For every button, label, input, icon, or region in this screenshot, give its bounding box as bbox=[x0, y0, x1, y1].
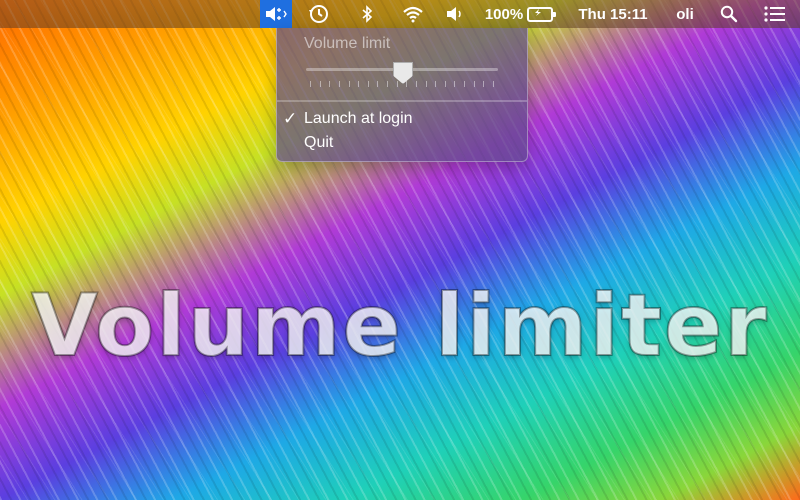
bluetooth-icon bbox=[362, 5, 373, 23]
volume-limit-label: Volume limit bbox=[304, 35, 391, 52]
checkmark-icon: ✓ bbox=[283, 109, 298, 128]
menu-separator bbox=[277, 100, 527, 102]
spotlight-button[interactable] bbox=[708, 0, 750, 28]
wifi-icon bbox=[403, 6, 423, 23]
notification-center-icon bbox=[764, 6, 785, 22]
volume-menu[interactable] bbox=[436, 0, 474, 28]
wifi-menu[interactable] bbox=[390, 0, 436, 28]
volume-limiter-menubar-icon[interactable] bbox=[260, 0, 292, 28]
user-label: oli bbox=[676, 5, 694, 23]
quit-item[interactable]: Quit bbox=[304, 134, 333, 152]
bluetooth-menu[interactable] bbox=[344, 0, 390, 28]
menu-bar: 100% Thu 15:11 oli bbox=[0, 0, 800, 28]
battery-menu[interactable]: 100% bbox=[474, 0, 564, 28]
time-machine-icon bbox=[309, 5, 328, 23]
battery-icon bbox=[527, 6, 557, 22]
hero-title: Volume limiter bbox=[30, 275, 769, 377]
notification-center-button[interactable] bbox=[750, 0, 800, 28]
clock[interactable]: Thu 15:11 bbox=[564, 0, 662, 28]
datetime-label: Thu 15:11 bbox=[578, 5, 648, 23]
volume-icon bbox=[447, 7, 461, 21]
launch-at-login-item[interactable]: Launch at login bbox=[304, 110, 413, 128]
slider-ticks bbox=[310, 81, 494, 87]
battery-percent: 100% bbox=[484, 5, 524, 23]
volume-limiter-icon bbox=[266, 7, 287, 21]
volume-limiter-menu: Volume limit ✓ Launch at login Quit bbox=[276, 28, 528, 162]
time-machine-menu[interactable] bbox=[292, 0, 344, 28]
search-icon bbox=[720, 5, 738, 23]
user-menu[interactable]: oli bbox=[662, 0, 708, 28]
